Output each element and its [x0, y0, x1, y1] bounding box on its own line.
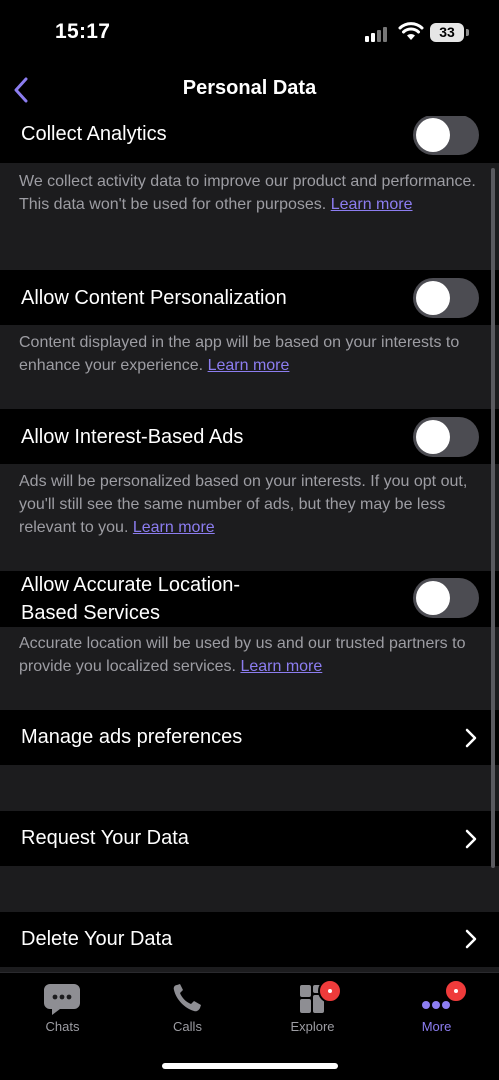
- phone-icon: [173, 984, 201, 1012]
- collect-analytics-row: Collect Analytics: [0, 116, 499, 163]
- content-personalization-row: Allow Content Personalization: [0, 270, 499, 325]
- learn-more-link[interactable]: Learn more: [133, 519, 215, 536]
- notification-badge: [444, 979, 468, 1003]
- request-data-row[interactable]: Request Your Data: [0, 811, 499, 866]
- label-line: Allow Accurate Location-: [21, 574, 241, 596]
- manage-ads-label: Manage ads preferences: [21, 726, 243, 748]
- chevron-right-icon: [465, 728, 477, 748]
- location-services-row: Allow Accurate Location- Based Services: [0, 571, 499, 627]
- settings-list[interactable]: Collect Analytics We collect activity da…: [0, 116, 499, 972]
- notification-badge: [318, 979, 342, 1003]
- tab-label: Explore: [290, 1019, 335, 1034]
- tab-explore[interactable]: Explore: [250, 973, 375, 1043]
- page-title: Personal Data: [182, 77, 317, 99]
- chevron-right-icon: [465, 829, 477, 849]
- interest-ads-label: Allow Interest-Based Ads: [21, 426, 244, 448]
- delete-data-label: Delete Your Data: [21, 928, 173, 950]
- delete-data-row[interactable]: Delete Your Data: [0, 912, 499, 967]
- description-text: Ads will be personalized based on your i…: [19, 473, 468, 536]
- battery-indicator: 33: [430, 23, 464, 42]
- tab-label: Chats: [45, 1019, 80, 1034]
- request-data-label: Request Your Data: [21, 827, 189, 849]
- tab-calls[interactable]: Calls: [125, 973, 250, 1043]
- cellular-signal-icon: [365, 26, 389, 42]
- tab-more[interactable]: More: [374, 973, 499, 1043]
- tab-label: More: [421, 1019, 452, 1034]
- battery-tip: [466, 29, 469, 36]
- learn-more-link[interactable]: Learn more: [331, 196, 413, 213]
- toggle-knob: [416, 581, 450, 615]
- toggle-knob: [416, 420, 450, 454]
- scrollbar[interactable]: [491, 168, 495, 868]
- wifi-icon: [398, 22, 424, 40]
- learn-more-link[interactable]: Learn more: [208, 357, 290, 374]
- home-indicator: [162, 1063, 338, 1069]
- navigation-bar: Personal Data: [0, 66, 499, 116]
- toggle-knob: [416, 281, 450, 315]
- content-personalization-description: Content displayed in the app will be bas…: [19, 331, 479, 377]
- collect-analytics-label: Collect Analytics: [21, 123, 167, 145]
- tab-label: Calls: [173, 1019, 202, 1034]
- interest-ads-description: Ads will be personalized based on your i…: [19, 470, 479, 539]
- tab-chats[interactable]: Chats: [0, 973, 125, 1043]
- location-services-label: Allow Accurate Location- Based Services: [21, 571, 240, 627]
- content-personalization-label: Allow Content Personalization: [21, 287, 287, 309]
- chat-bubble-icon: [44, 984, 80, 1015]
- status-time: 15:17: [55, 20, 111, 43]
- collect-analytics-toggle[interactable]: [413, 116, 479, 155]
- interest-ads-toggle[interactable]: [413, 417, 479, 457]
- label-line: Based Services: [21, 602, 160, 624]
- content-personalization-toggle[interactable]: [413, 278, 479, 318]
- location-services-toggle[interactable]: [413, 578, 479, 618]
- manage-ads-row[interactable]: Manage ads preferences: [0, 710, 499, 765]
- chevron-right-icon: [465, 929, 477, 949]
- status-bar: 15:17 33: [0, 0, 499, 66]
- interest-ads-row: Allow Interest-Based Ads: [0, 409, 499, 464]
- collect-analytics-description: We collect activity data to improve our …: [19, 170, 479, 216]
- learn-more-link[interactable]: Learn more: [240, 658, 322, 675]
- location-services-description: Accurate location will be used by us and…: [19, 632, 479, 678]
- toggle-knob: [416, 118, 450, 152]
